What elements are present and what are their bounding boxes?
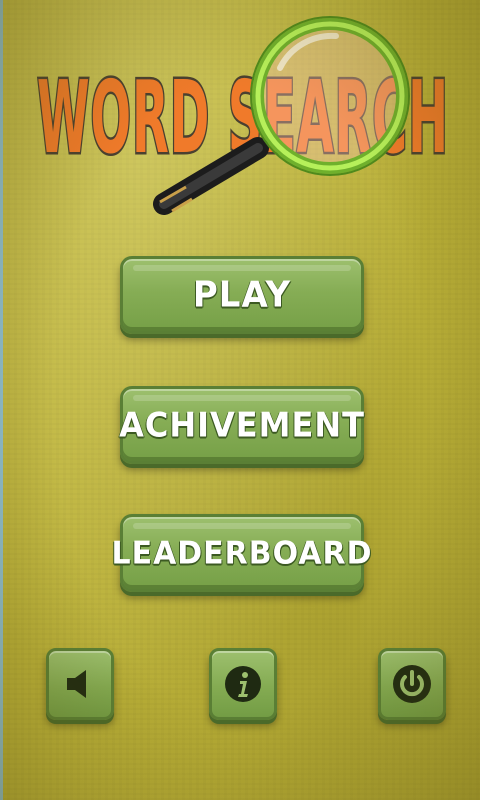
sound-toggle-button[interactable] [46, 648, 114, 720]
speaker-icon [67, 670, 86, 698]
achievement-button-label: ACHIVEMENT [119, 405, 365, 445]
info-button[interactable] [209, 648, 277, 720]
power-icon [393, 665, 431, 703]
play-button-label: PLAY [192, 274, 292, 316]
achievement-button[interactable]: ACHIVEMENT [119, 386, 365, 464]
exit-button[interactable] [378, 648, 446, 720]
leaderboard-button[interactable]: LEADERBOARD [111, 514, 372, 592]
play-button[interactable]: PLAY [120, 256, 364, 334]
leaderboard-button-label: LEADERBOARD [111, 534, 373, 572]
magnifier-icon [153, 16, 410, 215]
info-icon [225, 666, 261, 702]
screen-edge [0, 0, 3, 800]
